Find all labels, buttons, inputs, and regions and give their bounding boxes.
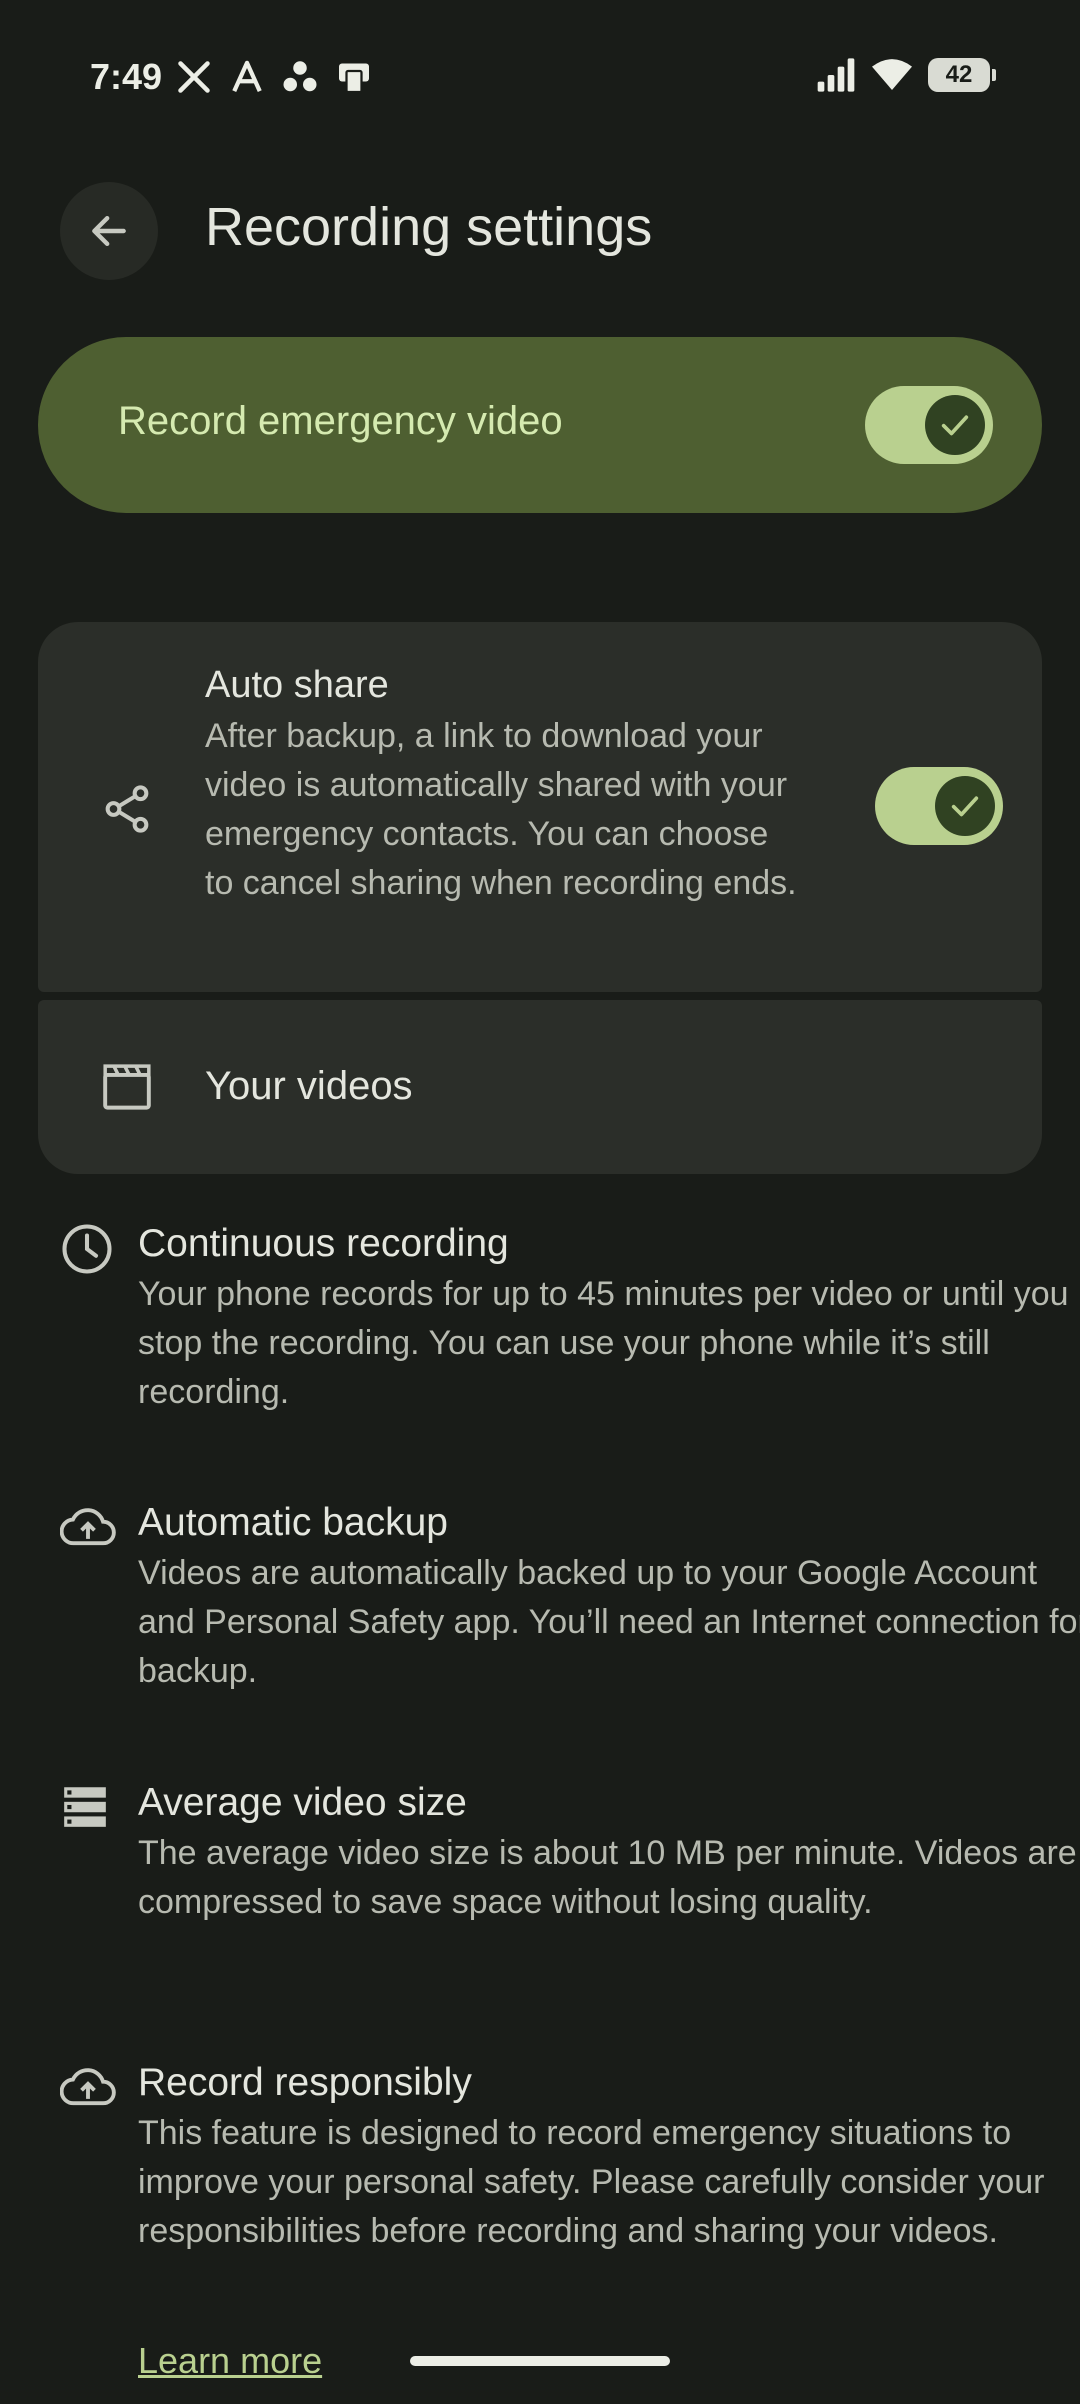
status-bar: 7:49 42 [0, 0, 1080, 160]
info-title: Automatic backup [138, 1501, 449, 1544]
info-average-video-size: Average video size The average video siz… [60, 1781, 1077, 1981]
auto-share-setting[interactable]: Auto share After backup, a link to downl… [38, 622, 1042, 992]
info-description: The average video size is about 10 MB pe… [138, 1834, 1077, 1921]
cloud-upload-icon [60, 2068, 116, 2106]
cloud-upload-icon [60, 1508, 116, 1546]
auto-share-description: After backup, a link to download your vi… [205, 717, 797, 902]
back-button[interactable] [60, 182, 158, 280]
page-title: Recording settings [205, 197, 653, 257]
battery-icon: 42 [928, 58, 996, 92]
status-time: 7:49 [90, 56, 163, 97]
x-logo-icon [178, 61, 210, 93]
system-icons: 42 [816, 58, 996, 92]
storage-icon [64, 1787, 106, 1827]
switch-knob [925, 395, 985, 455]
info-title: Continuous recording [138, 1222, 509, 1265]
auto-share-title: Auto share [205, 664, 389, 706]
your-videos-item[interactable]: Your videos [38, 1000, 1042, 1174]
clapperboard-icon [103, 1064, 151, 1110]
master-toggle-label: Record emergency video [118, 399, 563, 443]
info-record-responsibly: Record responsibly This feature is desig… [60, 2061, 1044, 2311]
cellular-signal-icon [817, 58, 855, 92]
check-icon [951, 796, 979, 817]
info-description: This feature is designed to record emerg… [138, 2114, 1045, 2250]
info-automatic-backup: Automatic backup Videos are automaticall… [60, 1501, 1080, 1701]
dots-cluster-icon [283, 61, 317, 92]
info-continuous-recording: Continuous recording Your phone records … [60, 1222, 1069, 1422]
info-description: Videos are automatically backed up to yo… [138, 1554, 1080, 1690]
home-indicator[interactable] [410, 2356, 670, 2366]
info-title: Average video size [138, 1781, 467, 1824]
arrow-back-icon [92, 215, 126, 247]
a-letter-icon [232, 60, 262, 93]
info-title: Record responsibly [138, 2061, 472, 2104]
wifi-icon [872, 59, 912, 90]
learn-more-link[interactable]: Learn more [138, 2340, 322, 2382]
switch-knob [935, 776, 995, 836]
check-icon [941, 415, 969, 436]
clock-icon [62, 1224, 112, 1274]
share-icon [105, 785, 149, 833]
record-emergency-video-toggle[interactable]: Record emergency video [38, 337, 1042, 513]
auto-share-switch[interactable] [875, 767, 1003, 845]
your-videos-label: Your videos [205, 1064, 413, 1108]
tablet-icon [339, 63, 369, 94]
notification-icons [176, 58, 372, 96]
record-emergency-video-switch[interactable] [865, 386, 993, 464]
info-description: Your phone records for up to 45 minutes … [138, 1275, 1069, 1411]
